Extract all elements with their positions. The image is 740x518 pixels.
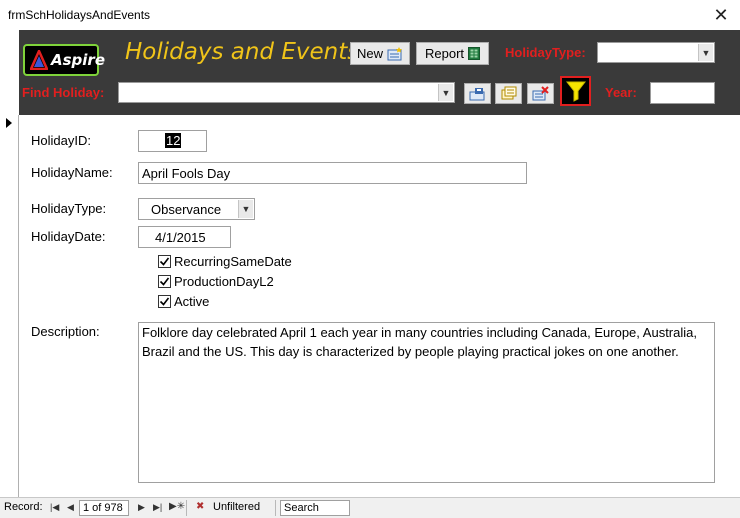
next-record-icon[interactable]: ▶ — [138, 502, 145, 513]
report-button-label: Report — [424, 46, 465, 61]
recurring-same-date-label: RecurringSameDate — [174, 254, 292, 269]
new-record-icon — [387, 46, 402, 60]
new-button[interactable]: New — [350, 42, 410, 65]
holiday-type-combo[interactable]: Observance ▼ — [138, 198, 255, 220]
active-label: Active — [174, 294, 210, 309]
current-record-arrow-icon — [6, 118, 12, 128]
filter-status-icon: ✖ — [196, 501, 205, 512]
copy-record-icon — [501, 86, 517, 100]
year-label: Year: — [605, 85, 637, 100]
holiday-name-field[interactable]: April Fools Day — [138, 162, 527, 184]
report-button[interactable]: Report — [416, 42, 489, 65]
search-input[interactable]: Search — [280, 500, 350, 516]
aspire-logo: Aspire — [23, 44, 105, 76]
new-blank-record-icon[interactable]: ▶✳ — [169, 501, 185, 512]
active-checkbox[interactable]: Active — [158, 294, 209, 309]
holiday-id-field[interactable]: 12 — [138, 130, 207, 152]
new-button-label: New — [356, 46, 383, 61]
holiday-id-value: 12 — [165, 133, 182, 148]
recurring-same-date-checkbox[interactable]: RecurringSameDate — [158, 254, 292, 269]
chevron-down-icon[interactable]: ▼ — [698, 44, 713, 61]
current-record-box[interactable]: 1 of 978 — [79, 500, 129, 516]
funnel-filter-icon — [565, 81, 586, 102]
production-day-l2-label: ProductionDayL2 — [174, 274, 274, 289]
previous-record-icon[interactable]: ◀ — [67, 502, 74, 513]
chevron-down-icon[interactable]: ▼ — [438, 84, 453, 101]
chevron-down-icon[interactable]: ▼ — [238, 200, 253, 218]
logo-text: Aspire — [51, 51, 105, 69]
current-record-value: 1 of 978 — [83, 502, 123, 514]
copy-record-button[interactable] — [495, 83, 522, 104]
last-record-icon[interactable]: ▶| — [153, 502, 162, 513]
holiday-id-label: HolidayID: — [31, 133, 91, 148]
holiday-type-filter-combo[interactable]: ▼ — [597, 42, 715, 63]
navbar-separator — [186, 500, 187, 516]
holiday-date-value: 4/1/2015 — [155, 230, 206, 245]
filter-button[interactable] — [560, 76, 591, 106]
description-textarea[interactable]: Folklore day celebrated April 1 each yea… — [138, 322, 715, 483]
search-placeholder: Search — [284, 502, 319, 514]
holiday-date-field[interactable]: 4/1/2015 — [138, 226, 231, 248]
checkbox-checked-icon[interactable] — [158, 275, 171, 288]
find-holiday-label: Find Holiday: — [22, 85, 105, 100]
description-value: Folklore day celebrated April 1 each yea… — [142, 325, 697, 359]
first-record-icon[interactable]: |◀ — [50, 502, 59, 513]
save-record-icon — [469, 87, 485, 100]
excel-report-icon — [468, 47, 481, 60]
logo-triangle-icon — [30, 50, 48, 70]
navbar-separator — [275, 500, 276, 516]
holiday-type-label: HolidayType: — [31, 201, 107, 216]
description-label: Description: — [31, 324, 100, 339]
checkbox-checked-icon[interactable] — [158, 295, 171, 308]
window-title: frmSchHolidaysAndEvents — [8, 8, 151, 22]
production-day-l2-checkbox[interactable]: ProductionDayL2 — [158, 274, 274, 289]
save-record-button[interactable] — [464, 83, 491, 104]
delete-record-icon — [532, 86, 549, 101]
record-navigation-bar: Record: |◀ ◀ 1 of 978 ▶ ▶| ▶✳ ✖ Unfilter… — [0, 497, 740, 518]
record-label: Record: — [4, 501, 43, 513]
holiday-type-value: Observance — [151, 202, 222, 217]
find-holiday-combo[interactable]: ▼ — [118, 82, 455, 103]
delete-record-button[interactable] — [527, 83, 554, 104]
close-icon[interactable]: ✕ — [708, 3, 734, 27]
holiday-name-label: HolidayName: — [31, 165, 113, 180]
window-titlebar: frmSchHolidaysAndEvents ✕ — [0, 0, 740, 30]
holiday-type-filter-label: HolidayType: — [505, 45, 586, 60]
record-selector[interactable] — [0, 115, 19, 497]
checkbox-checked-icon[interactable] — [158, 255, 171, 268]
form-title: Holidays and Events — [125, 39, 360, 65]
holiday-name-value: April Fools Day — [142, 166, 231, 181]
form-header: Aspire Holidays and Events New Report Ho… — [19, 30, 740, 115]
year-input[interactable] — [650, 82, 715, 104]
holiday-date-label: HolidayDate: — [31, 229, 106, 244]
filter-status-label[interactable]: Unfiltered — [213, 501, 260, 513]
